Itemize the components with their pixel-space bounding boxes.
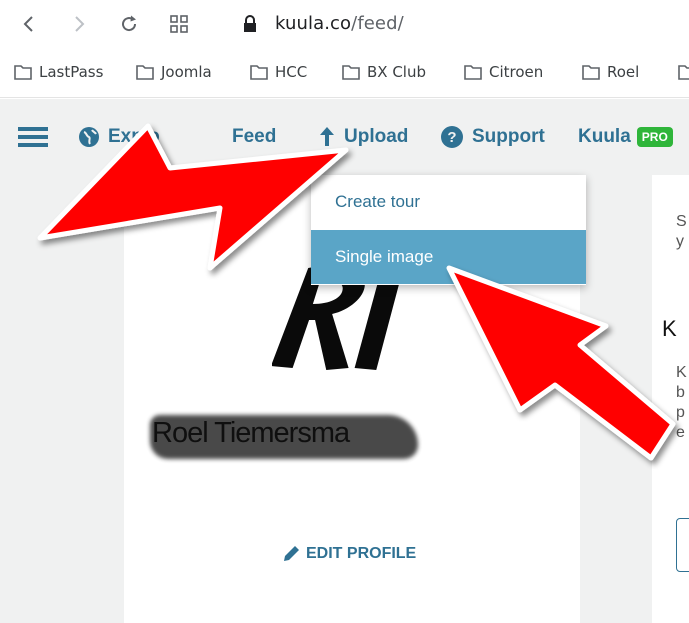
upload-arrow-icon (320, 127, 334, 146)
edit-profile-button[interactable]: EDIT PROFILE (282, 545, 416, 563)
brand-label: Kuula (578, 126, 631, 147)
chevron-right-icon (75, 16, 85, 32)
reload-icon (122, 15, 137, 32)
site-info-button[interactable] (235, 8, 265, 40)
globe-icon (79, 127, 99, 147)
folder-icon (250, 65, 268, 80)
bookmark-hcc[interactable]: HCC (250, 61, 307, 83)
bookmark-joomla[interactable]: Joomla (136, 61, 212, 83)
profile-name: Roel Tiemersma (150, 405, 420, 469)
apps-button[interactable] (164, 8, 194, 40)
reload-button[interactable] (114, 8, 144, 40)
right-panel-para-3: p (676, 404, 685, 421)
bookmark-label: LastPass (39, 63, 104, 81)
bookmark-bx-club[interactable]: BX Club (342, 61, 426, 83)
nav-kuula-pro[interactable]: Kuula PRO (578, 99, 673, 175)
nav-explore[interactable]: Explo (78, 99, 160, 175)
bookmarks-bar: LastPass Joomla HCC BX Club Citroen Roel (0, 48, 689, 98)
right-panel-para-1: K (676, 364, 687, 381)
svg-text:?: ? (447, 129, 456, 146)
hamburger-icon (18, 127, 48, 147)
bookmark-label: Citroen (489, 63, 544, 81)
right-panel-para-4: e (676, 424, 685, 441)
browser-address-bar: kuula.co/feed/ (0, 0, 689, 48)
folder-icon (14, 65, 32, 80)
forward-button[interactable] (64, 8, 94, 40)
right-panel-text-2: y (676, 233, 684, 250)
url-path: /feed/ (351, 13, 404, 34)
nav-support[interactable]: ? Support (440, 99, 545, 175)
bookmark-clipped[interactable] (678, 61, 689, 83)
edit-profile-label: EDIT PROFILE (306, 545, 417, 562)
folder-icon (678, 65, 689, 80)
back-button[interactable] (14, 8, 44, 40)
bookmark-label: Roel (607, 63, 640, 81)
folder-icon (342, 65, 360, 80)
nav-explore-label: Explo (108, 126, 160, 147)
nav-upload-label: Upload (344, 126, 409, 147)
right-panel-para-2: b (676, 384, 685, 401)
help-circle-icon: ? (441, 126, 463, 148)
bookmark-roel[interactable]: Roel (582, 61, 639, 83)
bookmark-citroen[interactable]: Citroen (464, 61, 543, 83)
nav-feed[interactable]: Feed (232, 99, 276, 175)
pro-badge: PRO (636, 127, 673, 147)
bookmark-lastpass[interactable]: LastPass (14, 61, 103, 83)
upload-dropdown-menu: Create tour Single image (311, 175, 586, 285)
profile-name-text: Roel Tiemersma (152, 417, 350, 449)
menu-item-single-image[interactable]: Single image (311, 230, 586, 284)
bookmark-label: BX Club (367, 63, 427, 81)
folder-icon (582, 65, 600, 80)
folder-icon (464, 65, 482, 80)
bookmark-label: Joomla (161, 63, 212, 81)
kuula-navbar: Explo Feed Upload ? Support Kuula PRO (0, 99, 689, 175)
nav-support-label: Support (472, 126, 545, 147)
grid-icon (170, 15, 188, 33)
nav-upload[interactable]: Upload (318, 99, 408, 175)
chevron-left-icon (23, 16, 33, 32)
url-host: kuula.co (275, 13, 352, 34)
pencil-icon (284, 546, 299, 561)
nav-feed-label: Feed (232, 126, 277, 147)
url-field[interactable]: kuula.co/feed/ (275, 13, 404, 34)
bookmark-label: HCC (275, 63, 308, 81)
menu-item-label: Single image (335, 247, 434, 266)
menu-item-label: Create tour (335, 192, 421, 211)
folder-icon (136, 65, 154, 80)
right-panel-button[interactable] (676, 518, 689, 572)
right-panel-text-1: S (676, 213, 687, 230)
right-panel-heading: K (662, 316, 677, 341)
menu-item-create-tour[interactable]: Create tour (311, 175, 586, 229)
lock-icon (244, 15, 256, 32)
menu-button[interactable] (18, 99, 56, 175)
